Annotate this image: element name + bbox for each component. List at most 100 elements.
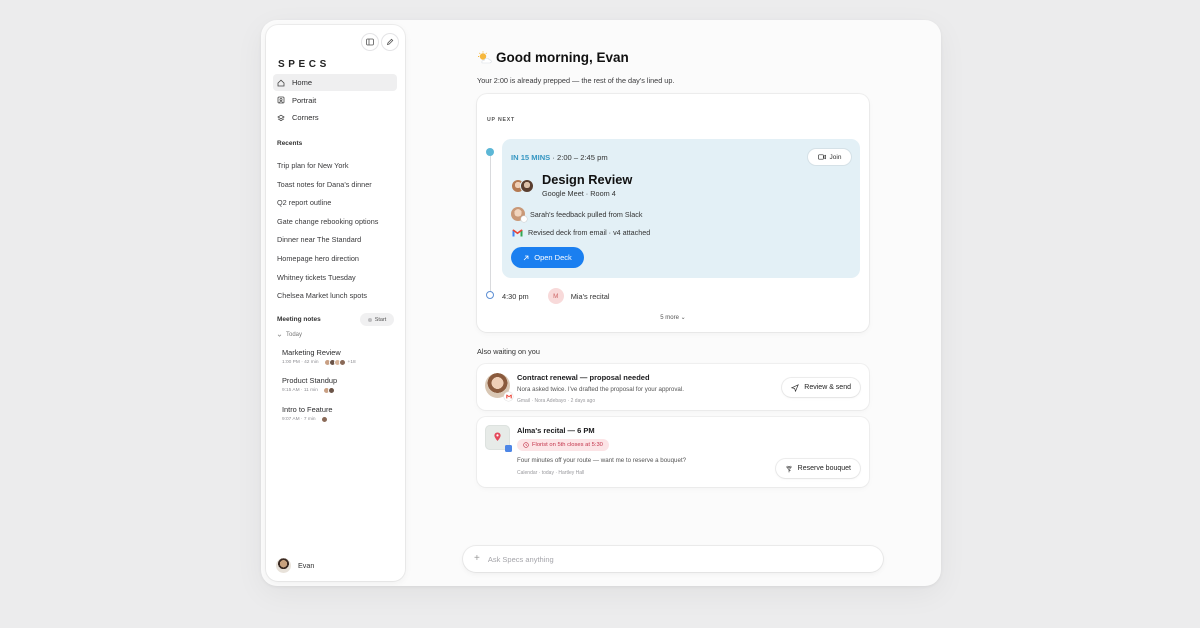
attendee-avatars [320,415,328,423]
start-label: Start [374,316,387,323]
sidebar-item-portrait[interactable]: Portrait [273,92,397,109]
portrait-icon [277,96,285,104]
note-time: 9:07 AM · 7 min [282,416,316,422]
note-meta: 1:00 PM · 42 min +18 [282,359,397,366]
sun-cloud-icon [478,51,492,64]
event-time: IN 15 MINS · 2:00 – 2:45 pm [511,153,608,162]
recent-item[interactable]: Dinner near The Standard [277,234,401,253]
gmail-icon [511,228,523,237]
meeting-note-item[interactable]: Product Standup 9:15 AM · 11 min [282,376,397,404]
attendee-count: +18 [347,360,356,365]
app-window: SPECS Home Portrait Corners Recents Trip… [261,20,941,586]
timeline-dot-upcoming [486,291,494,299]
attendee-avatars [322,387,335,395]
recent-item[interactable]: Homepage hero direction [277,253,401,272]
greeting: Good morning, Evan [477,50,629,65]
event-countdown: IN 15 MINS [511,153,551,162]
event-location: Google Meet · Room 4 [542,189,616,198]
chevron-down-icon: ⌄ [680,315,686,321]
more-label: 5 more [660,315,679,321]
recent-item[interactable]: Whitney tickets Tuesday [277,272,401,291]
sidebar-item-label: Corners [292,113,319,122]
waiting-heading: Also waiting on you [477,347,540,356]
gmail-icon [504,392,513,401]
note-meta: 9:07 AM · 7 min [282,415,397,423]
note-meta: 9:15 AM · 11 min [282,387,397,395]
recent-item[interactable]: Trip plan for New York [277,160,401,179]
event-attendees [511,179,534,193]
avatar [520,179,534,193]
task-meta: Gmail · Nora Adebayo · 2 days ago [517,398,596,404]
note-title: Marketing Review [282,348,341,357]
today-group-toggle[interactable]: Today [277,332,302,338]
toggle-sidebar-icon[interactable] [362,34,378,50]
avatar [276,558,291,573]
reserve-bouquet-button[interactable]: Reserve bouquet [775,459,860,478]
avatar [511,207,527,222]
video-icon [817,154,826,160]
event-card-design-review[interactable]: IN 15 MINS · 2:00 – 2:45 pm Join Design … [502,139,860,278]
note-title: Product Standup [282,376,338,386]
event-title: Design Review [542,172,633,187]
timeline-line [489,154,491,292]
note-time: 9:15 AM · 11 min [282,388,318,394]
prep-text: Sarah's feedback pulled from Slack [530,209,643,219]
sidebar-item-label: Portrait [292,95,317,105]
recents-list: Trip plan for New York Toast notes for D… [277,160,401,309]
recent-item[interactable]: Toast notes for Dana's dinner [277,179,401,198]
sidebar-item-corners[interactable]: Corners [273,109,397,126]
recent-item[interactable]: Chelsea Market lunch spots [277,290,401,309]
more-events-toggle[interactable]: 5 more ⌄ [477,314,869,321]
avatar [338,359,346,366]
status-badge: Florist on 5th closes at 5:30 [517,439,609,451]
plus-icon[interactable]: + [474,554,480,564]
upcoming-event[interactable]: 4:30 pm M Mia's recital [502,288,610,304]
greeting-subtitle: Your 2:00 is already prepped — the rest … [477,76,675,85]
upcoming-time: 4:30 pm [502,291,529,301]
ask-input[interactable] [487,554,848,564]
record-dot-icon [367,317,372,322]
task-description: Four minutes off your route — want me to… [517,457,687,464]
up-next-card: UP NEXT IN 15 MINS · 2:00 – 2:45 pm Join… [477,94,869,332]
task-title: Alma's recital — 6 PM [517,426,595,435]
meeting-notes-list: Marketing Review 1:00 PM · 42 min +18 Pr… [282,348,397,433]
sidebar-nav: Home Portrait Corners [273,74,397,127]
up-next-label: UP NEXT [487,117,515,123]
task-card-contract[interactable]: Contract renewal — proposal needed Nora … [477,364,869,410]
sidebar: SPECS Home Portrait Corners Recents Trip… [266,25,405,581]
recent-item[interactable]: Q2 report outline [277,197,401,216]
open-deck-label: Open Deck [534,253,572,262]
review-send-button[interactable]: Review & send [782,378,860,397]
meeting-notes-heading: Meeting notes [277,316,321,323]
send-icon [791,383,800,392]
upcoming-title: Mia's recital [570,291,610,301]
chevron-down-icon [277,333,282,337]
task-card-recital[interactable]: Alma's recital — 6 PM Florist on 5th clo… [477,417,869,487]
clock-icon [523,442,529,448]
avatar [320,415,328,423]
sidebar-item-home[interactable]: Home [273,74,397,91]
compose-icon[interactable] [382,34,398,50]
recents-heading: Recents [277,140,303,147]
join-button[interactable]: Join [808,149,851,165]
user-name: Evan [298,561,315,570]
meeting-note-item[interactable]: Intro to Feature 9:07 AM · 7 min [282,405,397,433]
badge-text: Florist on 5th closes at 5:30 [532,442,603,448]
task-description: Nora asked twice. I've drafted the propo… [517,386,684,393]
sidebar-toolbar [362,34,398,50]
open-deck-button[interactable]: Open Deck [511,247,584,268]
prep-item-slack: Sarah's feedback pulled from Slack [511,207,643,222]
recent-item[interactable]: Gate change rebooking options [277,216,401,235]
app-logo: SPECS [278,59,330,70]
timeline-dot-current [486,148,494,156]
ask-bar: + [463,546,883,572]
flower-icon [786,465,792,472]
upcoming-label: M Mia's recital [547,288,610,304]
meeting-note-item[interactable]: Marketing Review 1:00 PM · 42 min +18 [282,348,397,376]
sidebar-item-label: Home [292,78,313,87]
start-recording-button[interactable]: Start [360,313,394,326]
user-profile[interactable]: Evan [276,558,314,573]
prep-text: Revised deck from email · v4 attached [528,228,651,237]
prep-item-email: Revised deck from email · v4 attached [511,228,650,237]
arrow-up-right-icon [523,255,529,260]
